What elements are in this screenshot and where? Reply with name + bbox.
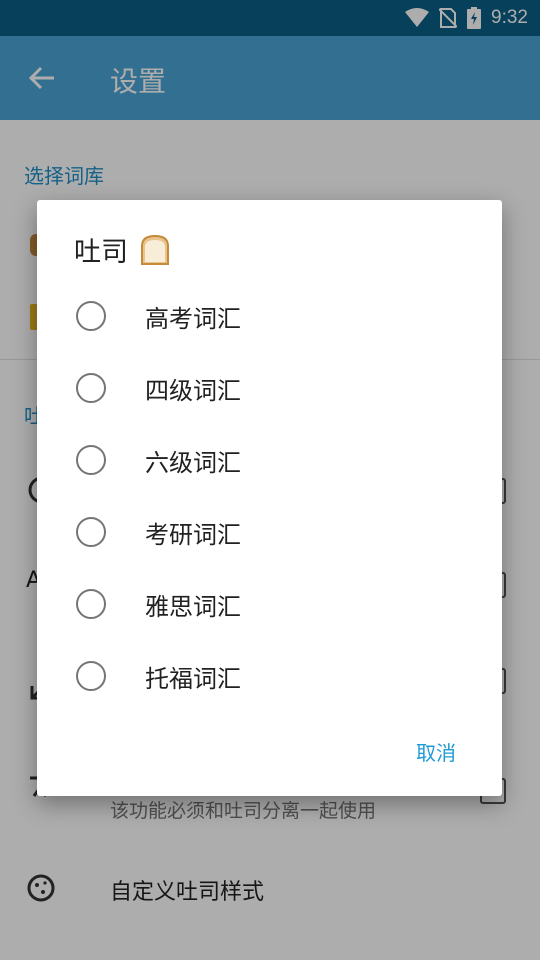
option-label: 考研词汇 — [145, 520, 241, 549]
option-label: 托福词汇 — [145, 664, 241, 693]
radio-button[interactable] — [76, 373, 106, 403]
option-ielts[interactable]: 雅思词汇 — [37, 572, 502, 636]
option-toefl[interactable]: 托福词汇 — [37, 644, 502, 708]
option-label: 六级词汇 — [145, 448, 241, 477]
bread-icon — [141, 234, 169, 265]
radio-button[interactable] — [76, 589, 106, 619]
vocab-dialog: 吐司 高考词汇 四级词汇 六级词汇 考研词汇 雅思词汇 托福词汇 取消 — [37, 200, 502, 796]
radio-button[interactable] — [76, 661, 106, 691]
option-kaoyan[interactable]: 考研词汇 — [37, 500, 502, 564]
dialog-title-text: 吐司 — [74, 237, 128, 268]
radio-button[interactable] — [76, 445, 106, 475]
option-label: 雅思词汇 — [145, 592, 241, 621]
radio-button[interactable] — [76, 301, 106, 331]
option-gaokao[interactable]: 高考词汇 — [37, 284, 502, 348]
dialog-title: 吐司 — [74, 230, 174, 269]
option-label: 高考词汇 — [145, 304, 241, 333]
cancel-button[interactable]: 取消 — [416, 737, 456, 766]
option-label: 四级词汇 — [145, 376, 241, 405]
option-cet6[interactable]: 六级词汇 — [37, 428, 502, 492]
option-cet4[interactable]: 四级词汇 — [37, 356, 502, 420]
radio-button[interactable] — [76, 517, 106, 547]
